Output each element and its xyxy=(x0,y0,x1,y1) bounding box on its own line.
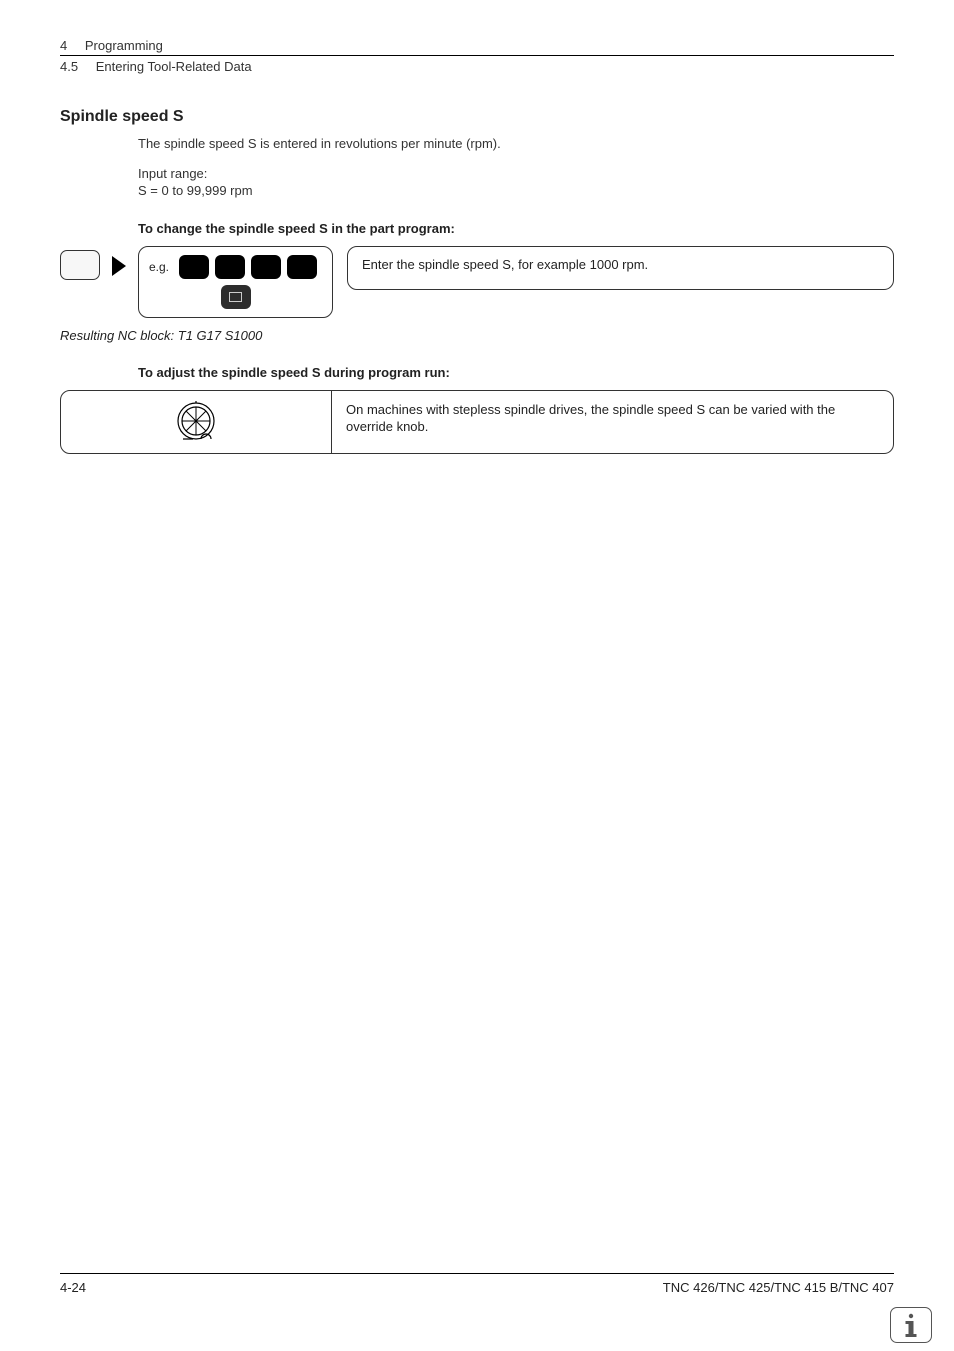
product-name: TNC 426/TNC 425/TNC 415 B/TNC 407 xyxy=(663,1280,894,1295)
page-number: 4-24 xyxy=(60,1280,86,1295)
numeric-key-icon xyxy=(215,255,245,279)
numeric-key-icon xyxy=(251,255,281,279)
end-key-inner-icon xyxy=(229,292,242,302)
eg-label: e.g. xyxy=(149,260,169,274)
info-icon xyxy=(890,1307,932,1343)
input-range-block: Input range: S = 0 to 99,999 rpm xyxy=(138,166,894,199)
page: 4 Programming 4.5 Entering Tool-Related … xyxy=(0,0,954,1351)
example-top-row: e.g. xyxy=(149,255,322,279)
resulting-block: Resulting NC block: T1 G17 S1000 xyxy=(60,328,894,343)
intro-text: The spindle speed S is entered in revolu… xyxy=(138,136,894,152)
step-row: e.g. Enter the spindle speed S, for exam… xyxy=(60,246,894,318)
blank-key-icon xyxy=(60,250,100,280)
chapter-number: 4 xyxy=(60,38,67,53)
override-box: On machines with stepless spindle drives… xyxy=(60,390,894,454)
adjust-heading: To adjust the spindle speed S during pro… xyxy=(138,365,894,380)
end-key-icon xyxy=(221,285,251,309)
numeric-key-icon xyxy=(179,255,209,279)
range-label: Input range: xyxy=(138,166,894,182)
example-bottom-row xyxy=(149,285,322,309)
override-description: On machines with stepless spindle drives… xyxy=(332,391,893,453)
numeric-key-icon xyxy=(287,255,317,279)
range-value: S = 0 to 99,999 rpm xyxy=(138,183,894,199)
footer: 4-24 TNC 426/TNC 425/TNC 415 B/TNC 407 xyxy=(60,1273,894,1295)
chapter-header: 4 Programming xyxy=(60,38,894,53)
section-header: 4.5 Entering Tool-Related Data xyxy=(60,55,894,74)
enter-speed-description: Enter the spindle speed S, for example 1… xyxy=(347,246,894,290)
main-heading: Spindle speed S xyxy=(60,108,894,126)
example-key-group: e.g. xyxy=(138,246,333,318)
section-number: 4.5 xyxy=(60,59,78,74)
change-heading: To change the spindle speed S in the par… xyxy=(138,221,894,236)
override-knob-icon xyxy=(171,399,221,445)
section-title-text: Entering Tool-Related Data xyxy=(96,59,252,74)
cursor-right-icon xyxy=(112,256,126,276)
override-knob-cell xyxy=(61,391,332,453)
chapter-title: Programming xyxy=(85,38,163,53)
